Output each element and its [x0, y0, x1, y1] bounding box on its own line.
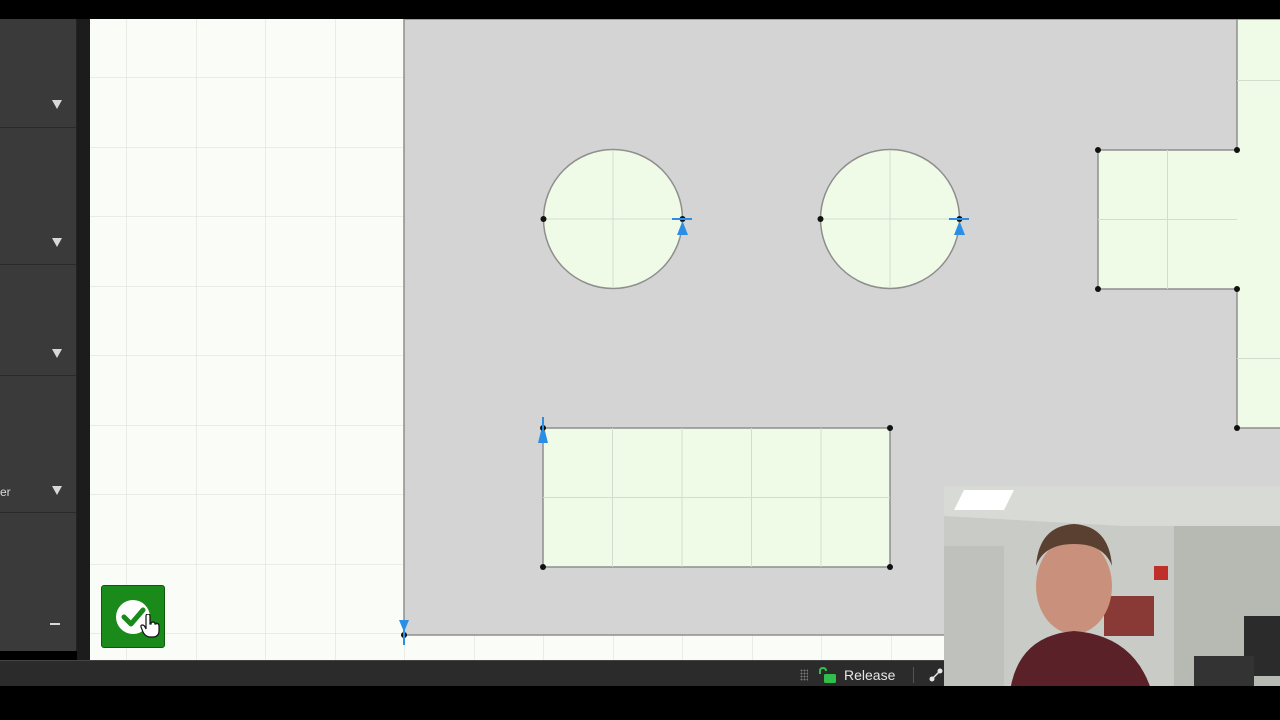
- sidebar-section-5[interactable]: [0, 512, 76, 651]
- vertex-point[interactable]: [540, 564, 546, 570]
- triangle-down-icon[interactable]: [52, 486, 62, 495]
- network-icon[interactable]: [928, 667, 944, 683]
- status-divider: [913, 667, 914, 683]
- vertex-point[interactable]: [1234, 425, 1240, 431]
- confirm-button[interactable]: [101, 585, 165, 648]
- vertex-point[interactable]: [1234, 286, 1240, 292]
- sidebar-section-label: er: [0, 485, 11, 499]
- grip-handle[interactable]: [800, 669, 808, 681]
- minus-icon[interactable]: [50, 623, 60, 625]
- triangle-down-icon[interactable]: [52, 100, 62, 109]
- properties-sidebar: er: [0, 19, 77, 651]
- vertex-point[interactable]: [1234, 147, 1240, 153]
- vertex-point[interactable]: [540, 216, 547, 222]
- sidebar-section-1[interactable]: [0, 19, 76, 128]
- top-letterbox: [0, 0, 1280, 19]
- sidebar-section-2[interactable]: [0, 127, 76, 265]
- vertex-point[interactable]: [887, 425, 893, 431]
- webcam-overlay: [944, 486, 1280, 700]
- sidebar-splitter[interactable]: [77, 19, 90, 660]
- padlock-open-icon: [819, 667, 836, 683]
- triangle-down-icon[interactable]: [52, 238, 62, 247]
- vertex-point[interactable]: [1095, 147, 1101, 153]
- vertex-point[interactable]: [817, 216, 824, 222]
- vertex-point[interactable]: [1095, 286, 1101, 292]
- hand-pointer-icon: [140, 614, 160, 638]
- release-button[interactable]: Release: [816, 666, 895, 684]
- vertex-point[interactable]: [887, 564, 893, 570]
- sidebar-section-3[interactable]: [0, 264, 76, 376]
- triangle-down-icon[interactable]: [52, 349, 62, 358]
- sidebar-section-4[interactable]: er: [0, 375, 76, 513]
- bottom-letterbox: [0, 686, 1280, 720]
- status-bar: Release: [0, 660, 944, 686]
- rectangle-cutout[interactable]: [538, 417, 893, 570]
- release-label: Release: [844, 667, 896, 683]
